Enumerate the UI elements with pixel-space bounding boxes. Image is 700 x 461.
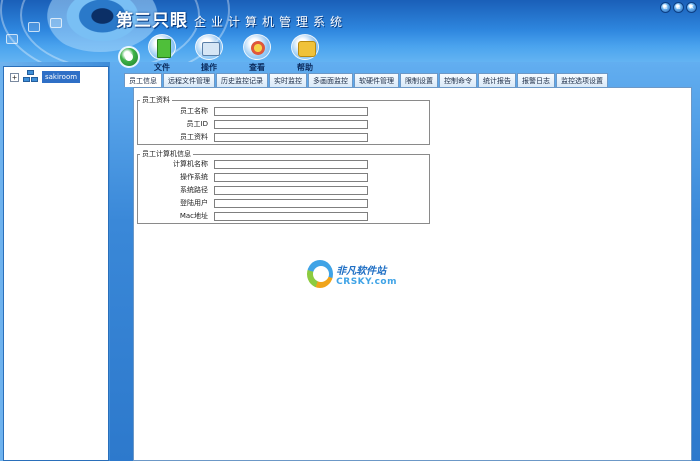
- computer-tree-panel: + sakiroom: [3, 66, 109, 461]
- employee-info-group: 员工资料 员工名称 员工ID 员工资料: [137, 95, 430, 145]
- employee-group-title: 员工资料: [140, 95, 172, 105]
- employee-id-field[interactable]: [214, 119, 368, 129]
- system-path-field[interactable]: [214, 185, 368, 195]
- maximize-button[interactable]: ▫: [673, 2, 684, 13]
- brand-subtitle: 企业计算机管理系统: [194, 15, 348, 29]
- monitor-icon: [28, 22, 40, 32]
- help-icon: [291, 34, 319, 60]
- monitor-icon: [50, 18, 62, 28]
- toolbar-help-label: 帮助: [297, 63, 313, 72]
- toolbar-help-button[interactable]: 帮助: [285, 34, 325, 73]
- crsky-logo-icon: [307, 260, 334, 288]
- home-button[interactable]: [118, 46, 140, 68]
- watermark: 非凡软件站 CRSKY.com: [307, 257, 397, 291]
- watermark-text: 非凡软件站 CRSKY.com: [336, 262, 397, 287]
- toolbar-file-label: 文件: [154, 63, 170, 72]
- tab-hw-sw-management[interactable]: 软硬件管理: [354, 73, 399, 87]
- close-button[interactable]: ×: [686, 2, 697, 13]
- login-user-label: 登陆用户: [180, 199, 208, 207]
- brand-name: 第三只眼: [116, 11, 188, 31]
- tab-monitor-options[interactable]: 监控选项设置: [556, 73, 608, 87]
- tab-realtime-monitor[interactable]: 实时监控: [269, 73, 307, 87]
- minimize-button[interactable]: ▫: [660, 2, 671, 13]
- network-group-icon: [23, 70, 39, 84]
- computer-name-row: 计算机名称: [138, 159, 368, 169]
- toolbar-view-button[interactable]: 查看: [237, 34, 277, 73]
- window-controls: ▫ ▫ ×: [660, 2, 697, 13]
- watermark-en: CRSKY.com: [336, 276, 397, 287]
- toolbar-file-button[interactable]: 文件: [142, 34, 182, 73]
- tab-control-commands[interactable]: 控制命令: [439, 73, 477, 87]
- tab-history-records[interactable]: 历史监控记录: [216, 73, 268, 87]
- tab-statistics-report[interactable]: 统计报告: [478, 73, 516, 87]
- view-icon: [243, 34, 271, 60]
- tree-expand-icon[interactable]: +: [10, 72, 19, 82]
- toolbar-operation-button[interactable]: 操作: [189, 34, 229, 73]
- mac-address-label: Mac地址: [179, 212, 208, 220]
- mac-address-field[interactable]: [214, 211, 368, 221]
- os-label: 操作系统: [180, 173, 208, 181]
- os-field[interactable]: [214, 172, 368, 182]
- tab-multi-screen[interactable]: 多画面监控: [308, 73, 353, 87]
- employee-profile-field[interactable]: [214, 132, 368, 142]
- computer-name-field[interactable]: [214, 159, 368, 169]
- tab-employee-info[interactable]: 员工信息: [124, 73, 162, 87]
- employee-profile-row: 员工资料: [138, 132, 368, 142]
- computer-group-title: 员工计算机信息: [140, 149, 193, 159]
- employee-name-label: 员工名称: [180, 107, 208, 115]
- watermark-cn: 非凡软件站: [336, 265, 387, 277]
- toolbar-view-label: 查看: [249, 63, 265, 72]
- employee-profile-label: 员工资料: [180, 133, 208, 141]
- mac-address-row: Mac地址: [138, 211, 368, 221]
- operation-icon: [195, 34, 223, 60]
- system-path-label: 系统路径: [180, 186, 208, 194]
- tab-remote-files[interactable]: 远程文件管理: [163, 73, 215, 87]
- tab-alarm-log[interactable]: 报警日志: [517, 73, 555, 87]
- monitor-icon: [6, 34, 18, 44]
- system-path-row: 系统路径: [138, 185, 368, 195]
- login-user-row: 登陆用户: [138, 198, 368, 208]
- employee-id-row: 员工ID: [138, 119, 368, 129]
- employee-name-field[interactable]: [214, 106, 368, 116]
- main-tabs: 员工信息 远程文件管理 历史监控记录 实时监控 多画面监控 软硬件管理 限制设置…: [124, 73, 609, 87]
- app-title: 第三只眼 企业计算机管理系统: [116, 6, 347, 31]
- login-user-field[interactable]: [214, 198, 368, 208]
- os-row: 操作系统: [138, 172, 368, 182]
- computer-name-label: 计算机名称: [173, 160, 208, 168]
- computer-info-group: 员工计算机信息 计算机名称 操作系统 系统路径 登陆用户 Mac地址: [137, 149, 430, 224]
- tree-root-label[interactable]: sakiroom: [42, 71, 81, 83]
- file-icon: [148, 34, 176, 60]
- employee-id-label: 员工ID: [186, 120, 208, 128]
- tree-root-row[interactable]: + sakiroom: [10, 70, 81, 84]
- employee-info-panel: 员工资料 员工名称 员工ID 员工资料 员工计算机信息 计算机名称 操作系统 系…: [133, 87, 692, 461]
- toolbar-operation-label: 操作: [201, 63, 217, 72]
- app-header: 第三只眼 企业计算机管理系统 ▫ ▫ ×: [0, 0, 700, 66]
- employee-name-row: 员工名称: [138, 106, 368, 116]
- tab-restrictions[interactable]: 限制设置: [400, 73, 438, 87]
